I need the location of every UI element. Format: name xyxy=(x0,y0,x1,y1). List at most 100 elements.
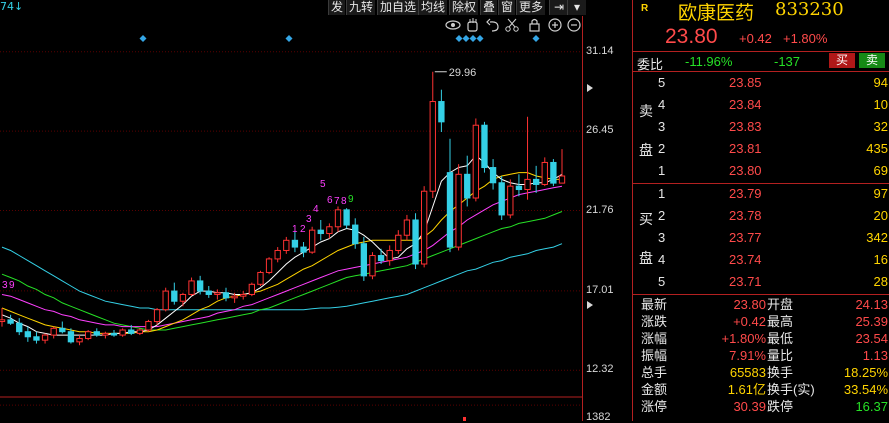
scissors-icon[interactable] xyxy=(505,18,519,32)
sequence-number: 6 xyxy=(327,195,333,206)
sequence-number: 3 xyxy=(2,280,8,291)
ask-row[interactable]: 2 23.81 435 xyxy=(633,141,889,161)
bid-volume: 28 xyxy=(873,274,888,289)
ma30-line xyxy=(1,211,563,331)
candle-body xyxy=(93,331,100,336)
candle-body xyxy=(214,292,221,295)
chevron-down-icon[interactable]: ▾ xyxy=(567,0,586,15)
exit-panel-icon[interactable]: ⇥ xyxy=(549,0,568,15)
ask-level: 5 xyxy=(658,75,666,90)
candle-body xyxy=(24,331,32,338)
bid-price: 23.79 xyxy=(729,186,762,201)
ask-row[interactable]: 5 23.85 94 xyxy=(633,75,889,95)
ask-volume: 94 xyxy=(873,75,888,90)
candle-body xyxy=(550,161,557,184)
sequence-number: 9 xyxy=(348,194,354,205)
candle-body xyxy=(110,332,118,336)
candle-body xyxy=(377,255,385,262)
kline-chart[interactable]: 29.963 91 23456 7 8 9 xyxy=(0,0,582,421)
toolbar-button-ma[interactable]: 均线 xyxy=(418,0,448,15)
sequence-number: 4 xyxy=(313,204,319,215)
toolbar-button-add-watchlist[interactable]: 加自选 xyxy=(377,0,419,15)
ask-row[interactable]: 1 23.80 69 xyxy=(633,163,889,183)
bid-volume: 20 xyxy=(873,208,888,223)
toolbar-button-more[interactable]: 更多 xyxy=(516,0,546,15)
bid-level: 3 xyxy=(658,230,666,245)
candle-body xyxy=(171,290,178,302)
candle-body xyxy=(300,246,307,253)
candle-body xyxy=(283,239,290,251)
candle-body xyxy=(41,334,49,341)
candle-body xyxy=(50,327,57,336)
event-marker xyxy=(285,35,293,42)
ask-row[interactable]: 4 23.84 10 xyxy=(633,97,889,117)
kline-chart-panel[interactable]: 29.96 3 9 1 2 3 4 5 6 7 8 9 74↓ 发 九转 加自选 均线 除权 叠 窗 … xyxy=(0,0,632,423)
candle-body xyxy=(420,190,428,265)
toolbar-button-exright[interactable]: 除权 xyxy=(449,0,479,15)
toolbar-button-fa[interactable]: 发 xyxy=(328,0,346,15)
candle-body xyxy=(429,101,436,192)
bid-row[interactable]: 5 23.71 28 xyxy=(633,274,889,294)
ask-price: 23.83 xyxy=(729,119,762,134)
candle-body xyxy=(76,337,83,343)
candle-body xyxy=(524,178,531,191)
bid-row[interactable]: 3 23.77 342 xyxy=(633,230,889,250)
sequence-number: 1 xyxy=(292,224,298,235)
undo-icon[interactable] xyxy=(486,18,499,32)
candle-body xyxy=(248,283,256,295)
quote-panel: R 欧康医药 833230 23.80 +0.42 +1.80% 委比 -11.… xyxy=(632,0,889,421)
price-change-pct: +1.80% xyxy=(783,31,828,46)
axis-arrows xyxy=(587,301,593,309)
candle-body xyxy=(317,229,324,235)
last-price: 23.80 xyxy=(665,25,718,48)
toolbar-button-overlay[interactable]: 叠 xyxy=(480,0,498,15)
candle-body xyxy=(334,209,342,228)
candle-body xyxy=(0,319,6,323)
bid-price: 23.74 xyxy=(729,252,762,267)
stats-row: 金额 1.61亿 换手(实) 33.54% xyxy=(641,382,888,397)
candle-body xyxy=(265,258,273,273)
bid-volume: 97 xyxy=(873,186,888,201)
bid-row[interactable]: 4 23.74 16 xyxy=(633,252,889,272)
zoom-out-icon[interactable] xyxy=(567,18,581,32)
corner-label: 74↓ xyxy=(0,0,24,13)
peak-label: 29.96 xyxy=(449,67,477,79)
candle-body xyxy=(145,321,152,331)
candle-body xyxy=(412,219,419,265)
divider xyxy=(633,183,889,184)
stats-row: 涨停 30.39 跌停 16.37 xyxy=(641,399,888,414)
bid-level: 5 xyxy=(658,274,666,289)
toolbar-button-jiuzhuan[interactable]: 九转 xyxy=(346,0,376,15)
stats-row: 振幅 7.91% 量比 1.13 xyxy=(641,348,888,363)
ask-row[interactable]: 3 23.83 32 xyxy=(633,119,889,139)
event-marker xyxy=(139,35,147,42)
zoom-in-icon[interactable] xyxy=(548,18,562,32)
bid-price: 23.77 xyxy=(729,230,762,245)
candle-body xyxy=(16,322,23,333)
candle-body xyxy=(240,293,247,297)
candle-body xyxy=(274,249,281,260)
bid-row[interactable]: 2 23.78 20 xyxy=(633,208,889,228)
hand-icon[interactable] xyxy=(467,18,478,32)
candle-body xyxy=(326,226,333,235)
candle-body xyxy=(455,173,462,248)
sell-button[interactable]: 卖 xyxy=(859,53,885,68)
price-axis-label: 31.14 xyxy=(586,44,614,57)
toolbar-button-window[interactable]: 窗 xyxy=(498,0,516,15)
candle-body xyxy=(481,124,488,169)
bid-row[interactable]: 1 23.79 97 xyxy=(633,186,889,206)
ask-level: 3 xyxy=(658,119,666,134)
candle-body xyxy=(119,329,126,336)
ask-level: 1 xyxy=(658,163,666,178)
event-marker xyxy=(455,35,463,42)
ask-price: 23.85 xyxy=(729,75,762,90)
candle-body xyxy=(222,292,230,299)
market-tag: R xyxy=(641,3,649,14)
buy-button[interactable]: 买 xyxy=(829,53,855,68)
lock-icon[interactable] xyxy=(529,18,540,32)
bid-price: 23.78 xyxy=(729,208,762,223)
ma60-line xyxy=(1,243,563,311)
eye-icon[interactable] xyxy=(445,20,461,30)
candle-body xyxy=(395,234,402,251)
candle-body xyxy=(257,271,264,285)
